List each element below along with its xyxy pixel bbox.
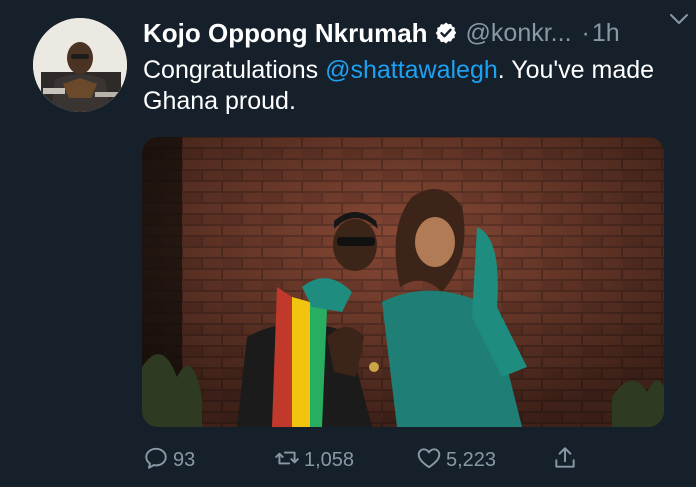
reply-button[interactable]: 93 — [143, 444, 195, 476]
heart-icon — [416, 445, 442, 476]
author-handle[interactable]: @konkr... — [466, 19, 572, 48]
tweet-actions: 93 1,058 5,223 — [143, 444, 593, 476]
reply-count: 93 — [173, 448, 196, 471]
avatar-photo — [33, 18, 127, 112]
tweet-card[interactable]: Kojo Oppong Nkrumah @konkr... · 1h Congr… — [0, 0, 696, 487]
verified-badge-icon — [434, 21, 458, 45]
retweet-button[interactable]: 1,058 — [274, 444, 354, 476]
tweet-header: Kojo Oppong Nkrumah @konkr... · 1h — [143, 14, 673, 52]
share-icon — [552, 445, 578, 476]
reply-icon — [143, 445, 169, 476]
like-count: 5,223 — [446, 448, 497, 471]
retweet-icon — [274, 445, 300, 476]
share-button[interactable] — [552, 444, 578, 476]
header-separator: · — [581, 18, 590, 47]
tweet-media-photo[interactable] — [142, 137, 664, 427]
photo-image — [142, 137, 664, 427]
avatar[interactable] — [33, 18, 127, 112]
tweet-text-before: Congratulations — [143, 56, 326, 84]
tweet-timestamp[interactable]: 1h — [592, 19, 620, 48]
mention-link[interactable]: @shattawalegh — [325, 56, 498, 84]
retweet-count: 1,058 — [304, 448, 355, 471]
author-name[interactable]: Kojo Oppong Nkrumah — [143, 18, 428, 49]
tweet-text: Congratulations @shattawalegh. You've ma… — [143, 55, 663, 117]
chevron-down-icon[interactable] — [668, 10, 690, 28]
like-button[interactable]: 5,223 — [416, 444, 496, 476]
